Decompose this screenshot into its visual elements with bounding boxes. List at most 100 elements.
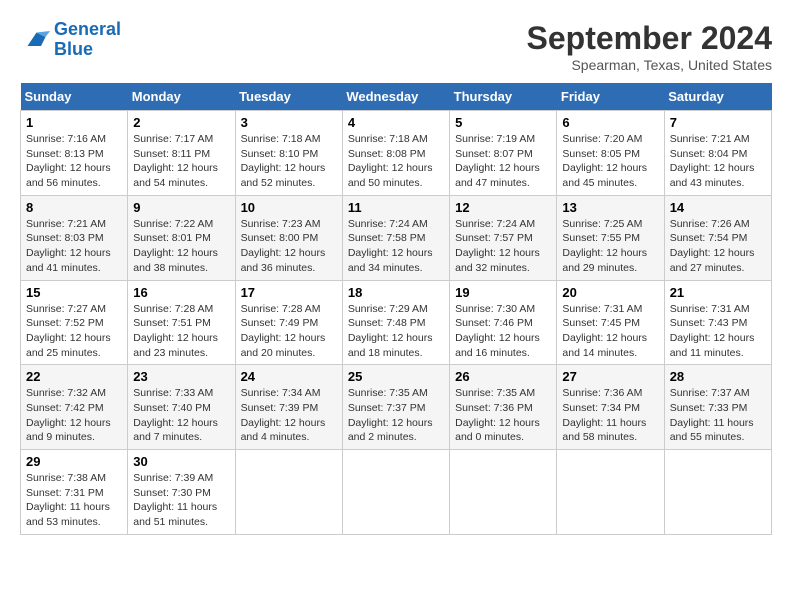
- day-number: 28: [670, 369, 766, 384]
- calendar-cell: 24 Sunrise: 7:34 AM Sunset: 7:39 PM Dayli…: [235, 365, 342, 450]
- calendar-cell: 2 Sunrise: 7:17 AM Sunset: 8:11 PM Daylig…: [128, 111, 235, 196]
- day-number: 27: [562, 369, 658, 384]
- calendar-week-row: 22Sunrise: 7:32 AM Sunset: 7:42 PM Dayli…: [21, 365, 772, 450]
- day-number: 22: [26, 369, 122, 384]
- day-number: 7: [670, 115, 766, 130]
- day-number: 2: [133, 115, 229, 130]
- day-info: Sunrise: 7:38 AM Sunset: 7:31 PM Dayligh…: [26, 471, 122, 530]
- day-of-week-header: Thursday: [450, 83, 557, 111]
- month-title: September 2024: [527, 20, 772, 57]
- calendar-week-row: 1 Sunrise: 7:16 AM Sunset: 8:13 PM Daylig…: [21, 111, 772, 196]
- day-number: 10: [241, 200, 337, 215]
- day-number: 1: [26, 115, 122, 130]
- calendar-cell: [450, 450, 557, 535]
- calendar-cell: 30 Sunrise: 7:39 AM Sunset: 7:30 PM Dayli…: [128, 450, 235, 535]
- day-info: Sunrise: 7:29 AM Sunset: 7:48 PM Dayligh…: [348, 302, 444, 361]
- day-number: 13: [562, 200, 658, 215]
- day-number: 24: [241, 369, 337, 384]
- calendar-cell: 6 Sunrise: 7:20 AM Sunset: 8:05 PM Daylig…: [557, 111, 664, 196]
- day-number: 16: [133, 285, 229, 300]
- day-info: Sunrise: 7:35 AM Sunset: 7:36 PM Dayligh…: [455, 386, 551, 445]
- day-number: 3: [241, 115, 337, 130]
- calendar-cell: 7 Sunrise: 7:21 AM Sunset: 8:04 PM Daylig…: [664, 111, 771, 196]
- logo-text: General Blue: [54, 20, 121, 60]
- day-number: 30: [133, 454, 229, 469]
- calendar-cell: 12 Sunrise: 7:24 AM Sunset: 7:57 PM Dayli…: [450, 195, 557, 280]
- day-info: Sunrise: 7:19 AM Sunset: 8:07 PM Dayligh…: [455, 132, 551, 191]
- calendar-week-row: 29 Sunrise: 7:38 AM Sunset: 7:31 PM Dayli…: [21, 450, 772, 535]
- day-number: 12: [455, 200, 551, 215]
- calendar-cell: 23 Sunrise: 7:33 AM Sunset: 7:40 PM Dayli…: [128, 365, 235, 450]
- day-number: 9: [133, 200, 229, 215]
- day-info: Sunrise: 7:16 AM Sunset: 8:13 PM Dayligh…: [26, 132, 122, 191]
- day-info: Sunrise: 7:20 AM Sunset: 8:05 PM Dayligh…: [562, 132, 658, 191]
- calendar-cell: 4 Sunrise: 7:18 AM Sunset: 8:08 PM Daylig…: [342, 111, 449, 196]
- calendar-cell: 25Sunrise: 7:35 AM Sunset: 7:37 PM Dayli…: [342, 365, 449, 450]
- day-of-week-header: Sunday: [21, 83, 128, 111]
- day-number: 20: [562, 285, 658, 300]
- calendar-cell: 10Sunrise: 7:23 AM Sunset: 8:00 PM Dayli…: [235, 195, 342, 280]
- calendar-cell: 28 Sunrise: 7:37 AM Sunset: 7:33 PM Dayli…: [664, 365, 771, 450]
- calendar-cell: [664, 450, 771, 535]
- calendar-cell: [235, 450, 342, 535]
- day-info: Sunrise: 7:34 AM Sunset: 7:39 PM Dayligh…: [241, 386, 337, 445]
- calendar-cell: 19 Sunrise: 7:30 AM Sunset: 7:46 PM Dayli…: [450, 280, 557, 365]
- calendar-cell: 17Sunrise: 7:28 AM Sunset: 7:49 PM Dayli…: [235, 280, 342, 365]
- day-info: Sunrise: 7:37 AM Sunset: 7:33 PM Dayligh…: [670, 386, 766, 445]
- day-info: Sunrise: 7:27 AM Sunset: 7:52 PM Dayligh…: [26, 302, 122, 361]
- day-number: 8: [26, 200, 122, 215]
- logo-icon: [20, 25, 50, 55]
- calendar-cell: 26 Sunrise: 7:35 AM Sunset: 7:36 PM Dayli…: [450, 365, 557, 450]
- day-number: 26: [455, 369, 551, 384]
- day-info: Sunrise: 7:18 AM Sunset: 8:08 PM Dayligh…: [348, 132, 444, 191]
- day-info: Sunrise: 7:21 AM Sunset: 8:04 PM Dayligh…: [670, 132, 766, 191]
- day-number: 4: [348, 115, 444, 130]
- day-info: Sunrise: 7:36 AM Sunset: 7:34 PM Dayligh…: [562, 386, 658, 445]
- calendar-cell: 5Sunrise: 7:19 AM Sunset: 8:07 PM Daylig…: [450, 111, 557, 196]
- day-info: Sunrise: 7:35 AM Sunset: 7:37 PM Dayligh…: [348, 386, 444, 445]
- day-number: 29: [26, 454, 122, 469]
- calendar-cell: 14 Sunrise: 7:26 AM Sunset: 7:54 PM Dayli…: [664, 195, 771, 280]
- day-number: 23: [133, 369, 229, 384]
- day-info: Sunrise: 7:30 AM Sunset: 7:46 PM Dayligh…: [455, 302, 551, 361]
- day-number: 14: [670, 200, 766, 215]
- calendar-cell: 20 Sunrise: 7:31 AM Sunset: 7:45 PM Dayli…: [557, 280, 664, 365]
- day-info: Sunrise: 7:28 AM Sunset: 7:51 PM Dayligh…: [133, 302, 229, 361]
- calendar-table: SundayMondayTuesdayWednesdayThursdayFrid…: [20, 83, 772, 535]
- calendar-cell: [557, 450, 664, 535]
- day-number: 19: [455, 285, 551, 300]
- calendar-cell: [342, 450, 449, 535]
- day-number: 11: [348, 200, 444, 215]
- calendar-cell: 8 Sunrise: 7:21 AM Sunset: 8:03 PM Daylig…: [21, 195, 128, 280]
- day-of-week-header: Monday: [128, 83, 235, 111]
- day-info: Sunrise: 7:26 AM Sunset: 7:54 PM Dayligh…: [670, 217, 766, 276]
- day-info: Sunrise: 7:31 AM Sunset: 7:43 PM Dayligh…: [670, 302, 766, 361]
- day-of-week-header: Tuesday: [235, 83, 342, 111]
- day-info: Sunrise: 7:22 AM Sunset: 8:01 PM Dayligh…: [133, 217, 229, 276]
- calendar-cell: 11 Sunrise: 7:24 AM Sunset: 7:58 PM Dayli…: [342, 195, 449, 280]
- calendar-cell: 13Sunrise: 7:25 AM Sunset: 7:55 PM Dayli…: [557, 195, 664, 280]
- day-number: 6: [562, 115, 658, 130]
- day-info: Sunrise: 7:17 AM Sunset: 8:11 PM Dayligh…: [133, 132, 229, 191]
- day-number: 21: [670, 285, 766, 300]
- calendar-cell: 15Sunrise: 7:27 AM Sunset: 7:52 PM Dayli…: [21, 280, 128, 365]
- calendar-cell: 3 Sunrise: 7:18 AM Sunset: 8:10 PM Daylig…: [235, 111, 342, 196]
- day-info: Sunrise: 7:21 AM Sunset: 8:03 PM Dayligh…: [26, 217, 122, 276]
- day-of-week-header: Wednesday: [342, 83, 449, 111]
- calendar-cell: 18 Sunrise: 7:29 AM Sunset: 7:48 PM Dayli…: [342, 280, 449, 365]
- day-number: 18: [348, 285, 444, 300]
- calendar-week-row: 8 Sunrise: 7:21 AM Sunset: 8:03 PM Daylig…: [21, 195, 772, 280]
- day-info: Sunrise: 7:33 AM Sunset: 7:40 PM Dayligh…: [133, 386, 229, 445]
- calendar-cell: 27 Sunrise: 7:36 AM Sunset: 7:34 PM Dayli…: [557, 365, 664, 450]
- day-info: Sunrise: 7:24 AM Sunset: 7:58 PM Dayligh…: [348, 217, 444, 276]
- day-info: Sunrise: 7:31 AM Sunset: 7:45 PM Dayligh…: [562, 302, 658, 361]
- day-info: Sunrise: 7:28 AM Sunset: 7:49 PM Dayligh…: [241, 302, 337, 361]
- location: Spearman, Texas, United States: [527, 57, 772, 73]
- logo: General Blue: [20, 20, 121, 60]
- calendar-cell: 16 Sunrise: 7:28 AM Sunset: 7:51 PM Dayli…: [128, 280, 235, 365]
- day-info: Sunrise: 7:39 AM Sunset: 7:30 PM Dayligh…: [133, 471, 229, 530]
- day-info: Sunrise: 7:24 AM Sunset: 7:57 PM Dayligh…: [455, 217, 551, 276]
- calendar-cell: 9 Sunrise: 7:22 AM Sunset: 8:01 PM Daylig…: [128, 195, 235, 280]
- title-block: September 2024 Spearman, Texas, United S…: [527, 20, 772, 73]
- day-info: Sunrise: 7:18 AM Sunset: 8:10 PM Dayligh…: [241, 132, 337, 191]
